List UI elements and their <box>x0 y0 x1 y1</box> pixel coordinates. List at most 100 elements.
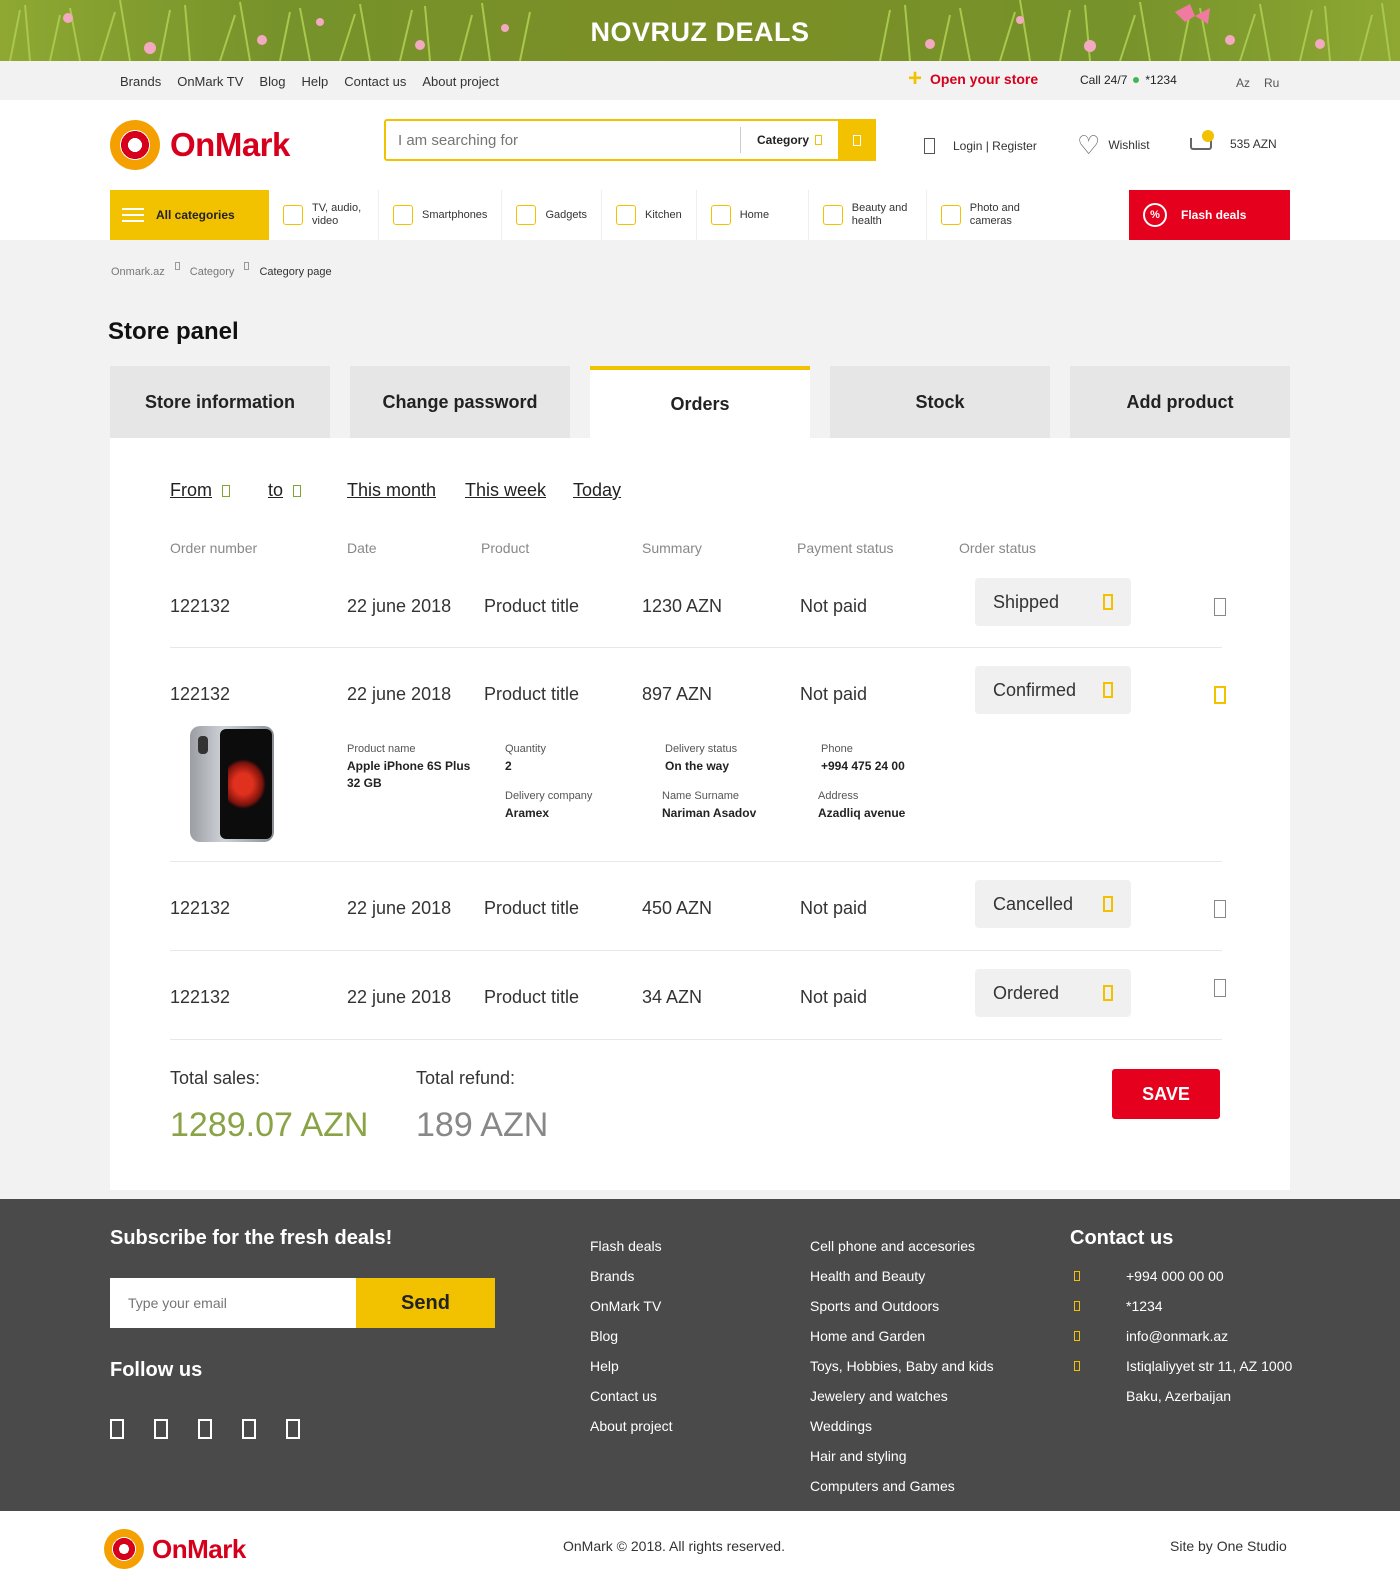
order-status-select[interactable]: Ordered <box>975 969 1131 1017</box>
table-row: 122132 22 june 2018 Product title 897 AZ… <box>170 648 1226 862</box>
payment-status: Not paid <box>800 684 868 704</box>
send-button[interactable]: Send <box>356 1278 495 1328</box>
footer-link[interactable]: Brands <box>590 1261 673 1291</box>
order-status-select[interactable]: Confirmed <box>975 666 1131 714</box>
footer-link[interactable]: Flash deals <box>590 1231 673 1261</box>
table-row: 122132 22 june 2018 Product title 450 AZ… <box>170 862 1226 951</box>
footer-link[interactable]: Hair and styling <box>810 1441 994 1471</box>
promo-banner[interactable]: NOVRUZ DEALS <box>0 0 1400 61</box>
breadcrumb-category[interactable]: Category <box>190 266 235 278</box>
online-dot-icon <box>1133 77 1140 83</box>
top-link-blog[interactable]: Blog <box>259 74 285 89</box>
delivery-company-label: Delivery company <box>505 790 593 802</box>
order-product[interactable]: Product title <box>484 898 579 919</box>
footer-link[interactable]: Blog <box>590 1321 673 1351</box>
footer-link[interactable]: Contact us <box>590 1381 673 1411</box>
footer-link[interactable]: Help <box>590 1351 673 1381</box>
nav-item-photo-cameras[interactable]: Photo and cameras <box>927 190 1044 240</box>
cart-link[interactable]: 535 AZN <box>1188 130 1277 158</box>
subscribe-form: Send <box>110 1278 495 1328</box>
wishlist-link[interactable]: ♡ Wishlist <box>1077 132 1150 158</box>
tab-change-password[interactable]: Change password <box>350 366 570 438</box>
filter-today[interactable]: Today <box>573 480 621 501</box>
address-label: Address <box>818 790 859 802</box>
filter-from[interactable]: From <box>170 480 268 501</box>
tab-add-product[interactable]: Add product <box>1070 366 1290 438</box>
order-product[interactable]: Product title <box>484 596 579 617</box>
name-value: Nariman Asadov <box>662 806 757 820</box>
footer-link[interactable]: Cell phone and accesories <box>810 1231 994 1261</box>
contact-phone[interactable]: +994 000 00 00 <box>1126 1261 1224 1291</box>
flash-deals-button[interactable]: % Flash deals <box>1129 190 1290 240</box>
search-category-select[interactable]: Category <box>740 127 838 153</box>
nav-item-tv-audio-video[interactable]: TV, audio, video <box>269 190 379 240</box>
top-link-onmark-tv[interactable]: OnMark TV <box>177 74 243 89</box>
nav-item-smartphones[interactable]: Smartphones <box>379 190 503 240</box>
login-register[interactable]: Login | Register <box>924 138 1037 154</box>
footer-link[interactable]: Health and Beauty <box>810 1261 994 1291</box>
page-title: Store panel <box>108 318 239 345</box>
expand-row-icon[interactable] <box>1214 598 1226 616</box>
table-row: 122132 22 june 2018 Product title 34 AZN… <box>170 951 1226 1040</box>
order-product[interactable]: Product title <box>484 684 579 705</box>
nav-item-label: Beauty and health <box>851 202 908 227</box>
payment-status: Not paid <box>800 898 868 918</box>
nav-item-label: Home <box>739 208 770 221</box>
footer-link[interactable]: Computers and Games <box>810 1471 994 1501</box>
nav-item-beauty-health[interactable]: Beauty and health <box>809 190 927 240</box>
footer-link[interactable]: About project <box>590 1411 673 1441</box>
footer-link[interactable]: Weddings <box>810 1411 994 1441</box>
save-button[interactable]: SAVE <box>1112 1069 1220 1119</box>
expand-row-icon[interactable] <box>1214 979 1226 997</box>
filter-this-month[interactable]: This month <box>347 480 465 501</box>
all-categories-button[interactable]: All categories <box>110 190 269 240</box>
footer-link[interactable]: Sports and Outdoors <box>810 1291 994 1321</box>
filter-to[interactable]: to <box>268 480 347 501</box>
tab-store-information[interactable]: Store information <box>110 366 330 438</box>
total-refund-label: Total refund: <box>416 1068 516 1088</box>
footer-link[interactable]: Home and Garden <box>810 1321 994 1351</box>
site-logo[interactable]: OnMark <box>110 120 290 170</box>
youtube-icon[interactable] <box>242 1419 256 1439</box>
tab-orders[interactable]: Orders <box>590 366 810 438</box>
facebook-icon[interactable] <box>110 1419 124 1439</box>
open-store-link[interactable]: + Open your store <box>908 65 1039 92</box>
nav-item-kitchen[interactable]: Kitchen <box>602 190 697 240</box>
footer-link[interactable]: Jewelery and watches <box>810 1381 994 1411</box>
order-status-select[interactable]: Cancelled <box>975 880 1131 928</box>
breadcrumb-home[interactable]: Onmark.az <box>111 266 165 278</box>
open-store-label: Open your store <box>930 71 1039 87</box>
instagram-icon[interactable] <box>198 1419 212 1439</box>
collapse-row-icon[interactable] <box>1214 686 1226 704</box>
twitter-icon[interactable] <box>154 1419 168 1439</box>
order-status-select[interactable]: Shipped <box>975 578 1131 626</box>
search-button[interactable] <box>838 119 876 161</box>
camera-icon <box>940 205 961 225</box>
nav-item-home[interactable]: Home <box>697 190 809 240</box>
expand-row-icon[interactable] <box>1214 900 1226 918</box>
order-number: 122132 <box>170 684 231 704</box>
footer-link[interactable]: OnMark TV <box>590 1291 673 1321</box>
search-input[interactable] <box>386 121 740 159</box>
lang-ru[interactable]: Ru <box>1264 76 1279 90</box>
order-status-value: Cancelled <box>993 893 1074 914</box>
lang-az[interactable]: Az <box>1236 76 1250 90</box>
payment-status: Not paid <box>800 987 868 1007</box>
order-summary: 1230 AZN <box>642 596 723 616</box>
contact-email[interactable]: info@onmark.az <box>1126 1321 1228 1351</box>
footer-logo[interactable]: OnMark <box>104 1529 246 1569</box>
contact-short-number[interactable]: *1234 <box>1126 1291 1163 1321</box>
order-product[interactable]: Product title <box>484 987 579 1008</box>
plus-icon: + <box>908 65 923 92</box>
site-by[interactable]: Site by One Studio <box>1170 1538 1287 1554</box>
top-link-brands[interactable]: Brands <box>120 74 161 89</box>
top-link-help[interactable]: Help <box>301 74 328 89</box>
linkedin-icon[interactable] <box>286 1419 300 1439</box>
top-link-contact-us[interactable]: Contact us <box>344 74 406 89</box>
footer-link[interactable]: Toys, Hobbies, Baby and kids <box>810 1351 994 1381</box>
top-link-about-project[interactable]: About project <box>422 74 499 89</box>
tab-stock[interactable]: Stock <box>830 366 1050 438</box>
nav-item-gadgets[interactable]: Gadgets <box>502 190 603 240</box>
filter-this-week[interactable]: This week <box>465 480 573 501</box>
email-field[interactable] <box>110 1278 356 1328</box>
